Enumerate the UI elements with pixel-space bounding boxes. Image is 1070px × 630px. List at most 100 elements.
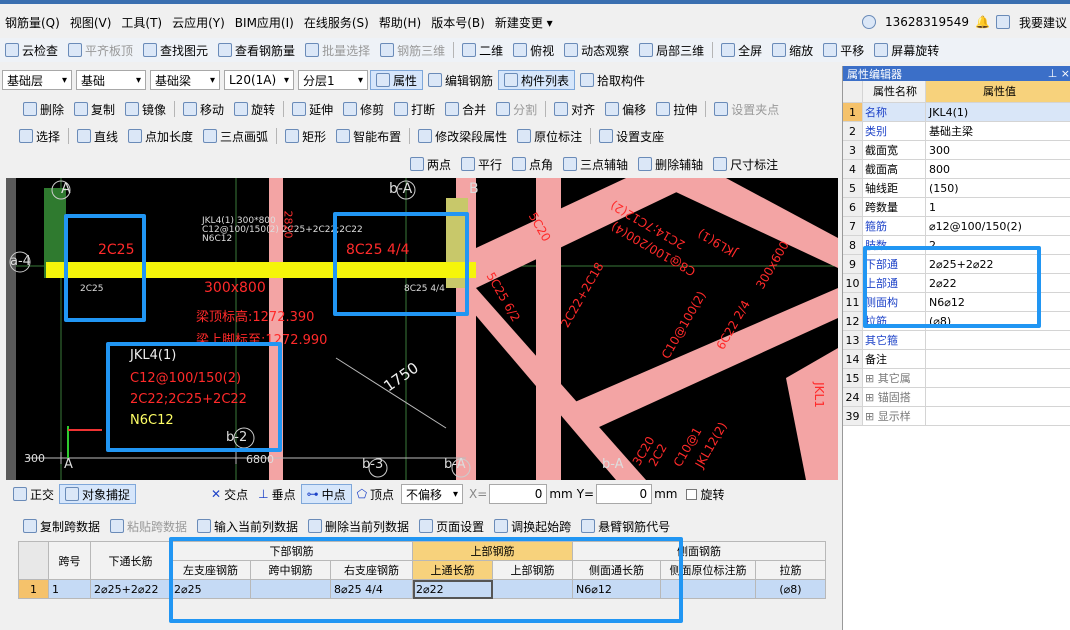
floor-select[interactable]: 基础层 ▾	[2, 70, 72, 90]
grid-tool-4[interactable]: 页面设置	[414, 516, 489, 536]
axis-tool-4[interactable]: 删除辅轴	[633, 152, 708, 176]
pick-member-button[interactable]: 拾取构件	[575, 68, 650, 92]
property-row[interactable]: 13 其它箍	[843, 331, 1070, 350]
property-value[interactable]: JKL4(1)	[926, 103, 1070, 121]
cell-bottom-long[interactable]: 2⌀25+2⌀22	[90, 579, 171, 599]
menu-item-8[interactable]: 新建变更 ▾	[490, 10, 558, 34]
edit-tool-0[interactable]: 删除	[18, 97, 69, 121]
pin-icon[interactable]: ⊥ ×	[1048, 67, 1070, 80]
draw-tool-2[interactable]: 点加长度	[123, 124, 198, 148]
view-tool-9[interactable]: 局部三维	[634, 38, 709, 62]
attr-button[interactable]: 属性	[370, 70, 424, 90]
property-row[interactable]: 4 截面高 800	[843, 160, 1070, 179]
property-value[interactable]	[926, 388, 1070, 406]
property-value[interactable]	[926, 369, 1070, 387]
property-row[interactable]: 5 轴线距 (150)	[843, 179, 1070, 198]
edit-tool-4[interactable]: 旋转	[229, 97, 280, 121]
view-tool-1[interactable]: 平齐板顶	[63, 38, 138, 62]
axis-tool-5[interactable]: 尺寸标注	[708, 152, 783, 176]
snap-cross[interactable]: ✕ 交点	[206, 483, 253, 505]
axis-tool-2[interactable]: 点角	[507, 152, 558, 176]
property-row[interactable]: 2 类别 基础主梁	[843, 122, 1070, 141]
name-select[interactable]: L20(1A) ▾	[224, 70, 294, 90]
edit-tool-11[interactable]: 偏移	[600, 97, 651, 121]
property-value[interactable]: 1	[926, 198, 1070, 216]
draw-tool-5[interactable]: 智能布置	[331, 124, 406, 148]
edit-tool-2[interactable]: 镜像	[120, 97, 171, 121]
view-tool-8[interactable]: 动态观察	[559, 38, 634, 62]
y-input[interactable]: 0	[596, 484, 653, 504]
property-value[interactable]	[926, 407, 1070, 425]
edit-tool-10[interactable]: 对齐	[549, 97, 600, 121]
view-tool-0[interactable]: 云检查	[0, 38, 63, 62]
draw-tool-4[interactable]: 矩形	[280, 124, 331, 148]
grid-tool-3[interactable]: 删除当前列数据	[303, 516, 414, 536]
property-value[interactable]	[926, 331, 1070, 349]
suggest-link[interactable]: 我要建议	[1019, 14, 1067, 31]
edit-tool-7[interactable]: 打断	[389, 97, 440, 121]
property-row[interactable]: 39 ⊞ 显示样	[843, 407, 1070, 426]
property-row[interactable]: 24 ⊞ 锚固搭	[843, 388, 1070, 407]
x-input[interactable]: 0	[489, 484, 548, 504]
draw-tool-6[interactable]: 修改梁段属性	[413, 124, 512, 148]
snap-perp[interactable]: ⊥ 垂点	[253, 483, 300, 505]
view-tool-3[interactable]: 查看钢筋量	[213, 38, 300, 62]
view-tool-4[interactable]: 批量选择	[300, 38, 375, 62]
axis-tool-1[interactable]: 平行	[456, 152, 507, 176]
account-phone[interactable]: 13628319549	[885, 15, 969, 29]
property-row[interactable]: 14 备注	[843, 350, 1070, 369]
user-icon[interactable]	[862, 15, 876, 29]
snap-toggle[interactable]: 对象捕捉	[59, 484, 137, 504]
draw-tool-0[interactable]: 选择	[14, 124, 65, 148]
edit-tool-5[interactable]: 延伸	[287, 97, 338, 121]
property-row[interactable]: 3 截面宽 300	[843, 141, 1070, 160]
edit-tool-13[interactable]: 设置夹点	[709, 97, 784, 121]
edit-tool-1[interactable]: 复制	[69, 97, 120, 121]
menu-item-6[interactable]: 帮助(H)	[374, 10, 426, 34]
member-select[interactable]: 基础梁 ▾	[150, 70, 220, 90]
edit-tool-12[interactable]: 拉伸	[651, 97, 702, 121]
type-select[interactable]: 基础 ▾	[76, 70, 146, 90]
draw-tool-3[interactable]: 三点画弧	[198, 124, 273, 148]
ortho-toggle[interactable]: 正交	[8, 483, 59, 505]
menu-item-4[interactable]: BIM应用(I)	[230, 10, 299, 34]
cell-tie[interactable]: (⌀8)	[755, 579, 826, 599]
view-tool-13[interactable]: 屏幕旋转	[869, 38, 944, 62]
property-value[interactable]: 300	[926, 141, 1070, 159]
grid-tool-2[interactable]: 输入当前列数据	[192, 516, 303, 536]
layer-select[interactable]: 分层1 ▾	[298, 70, 368, 90]
row-index[interactable]: 1	[18, 579, 49, 599]
offset-select[interactable]: 不偏移 ▾	[401, 484, 464, 504]
property-row[interactable]: 6 跨数量 1	[843, 198, 1070, 217]
edit-tool-3[interactable]: 移动	[178, 97, 229, 121]
draw-tool-8[interactable]: 设置支座	[594, 124, 669, 148]
rotate-checkbox[interactable]	[685, 488, 697, 500]
menu-item-1[interactable]: 视图(V)	[65, 10, 117, 34]
chat-icon[interactable]	[995, 15, 1010, 29]
bell-icon[interactable]: 🔔	[975, 15, 990, 29]
edit-rebar-button[interactable]: 编辑钢筋	[423, 68, 498, 92]
property-value[interactable]: 基础主梁	[926, 122, 1070, 140]
view-tool-6[interactable]: 二维	[457, 38, 508, 62]
snap-vertex[interactable]: ⬠ 顶点	[352, 483, 399, 505]
menu-item-2[interactable]: 工具(T)	[116, 10, 167, 34]
edit-tool-9[interactable]: 分割	[491, 97, 542, 121]
grid-tool-0[interactable]: 复制跨数据	[18, 516, 105, 536]
draw-tool-7[interactable]: 原位标注	[512, 124, 587, 148]
draw-tool-1[interactable]: 直线	[72, 124, 123, 148]
view-tool-7[interactable]: 俯视	[508, 38, 559, 62]
edit-tool-8[interactable]: 合并	[440, 97, 491, 121]
cell-span[interactable]: 1	[48, 579, 91, 599]
property-value[interactable]	[926, 350, 1070, 368]
property-row[interactable]: 15 ⊞ 其它属	[843, 369, 1070, 388]
view-tool-11[interactable]: 缩放	[767, 38, 818, 62]
property-value[interactable]: 800	[926, 160, 1070, 178]
property-value[interactable]: (150)	[926, 179, 1070, 197]
grid-tool-1[interactable]: 粘贴跨数据	[105, 516, 192, 536]
property-row[interactable]: 1 名称 JKL4(1)	[843, 103, 1070, 122]
member-list-button[interactable]: 构件列表	[498, 70, 576, 90]
snap-mid[interactable]: ⊶ 中点	[300, 484, 352, 504]
menu-item-0[interactable]: 钢筋量(Q)	[0, 10, 65, 34]
view-tool-2[interactable]: 查找图元	[138, 38, 213, 62]
menu-item-7[interactable]: 版本号(B)	[426, 10, 490, 34]
